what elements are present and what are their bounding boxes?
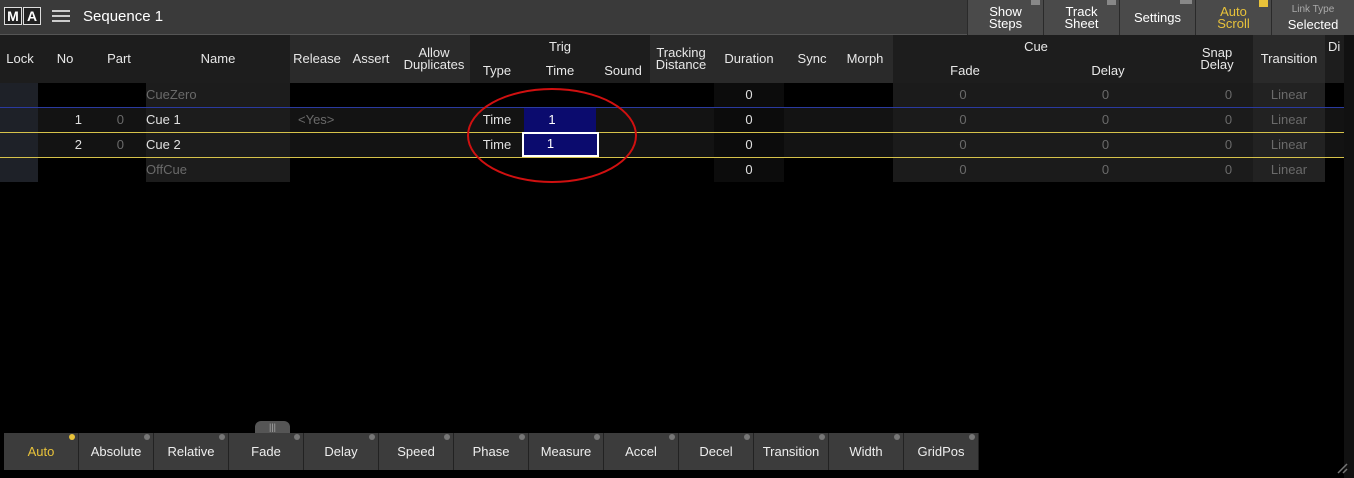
cue-fade[interactable]: 0 <box>893 108 1033 132</box>
cue-part[interactable]: 0 <box>100 133 124 157</box>
col-lock[interactable]: Lock <box>2 52 38 65</box>
cue-name[interactable]: CueZero <box>146 83 290 107</box>
decel-button[interactable]: Decel <box>679 433 754 470</box>
link-type-button[interactable]: Link Type Selected <box>1271 0 1354 35</box>
cue-part[interactable]: 0 <box>100 108 124 132</box>
relative-button[interactable]: Relative <box>154 433 229 470</box>
cue-number[interactable]: 1 <box>48 108 82 132</box>
encoder-button-bar: Auto Absolute Relative Fade Delay Speed … <box>4 433 979 470</box>
settings-label: Settings <box>1134 9 1181 25</box>
auto-scroll-label: Auto Scroll <box>1217 3 1250 31</box>
cue-transition[interactable]: Linear <box>1253 158 1325 182</box>
fade-button[interactable]: Fade <box>229 433 304 470</box>
cue-trig-time-selected[interactable]: 1 <box>522 132 599 157</box>
cue-number[interactable]: 2 <box>48 133 82 157</box>
track-sheet-label: Track Sheet <box>1064 3 1099 31</box>
table-header: Lock No Part Name Release Assert Allow D… <box>0 35 1354 83</box>
cue-snap-delay[interactable]: 0 <box>1178 83 1253 107</box>
cue-fade[interactable]: 0 <box>893 133 1033 157</box>
logo-letter-a: A <box>23 7 41 25</box>
col-sync[interactable]: Sync <box>786 52 838 65</box>
cue-trig-type[interactable]: Time <box>470 108 524 132</box>
logo-letter-m: M <box>4 7 22 25</box>
delay-button[interactable]: Delay <box>304 433 379 470</box>
cue-name[interactable]: OffCue <box>146 158 290 182</box>
table-row[interactable]: OffCue 0 0 0 0 Linear <box>0 158 1354 182</box>
cue-snap-delay[interactable]: 0 <box>1178 108 1253 132</box>
cue-duration[interactable]: 0 <box>714 158 784 182</box>
col-assert[interactable]: Assert <box>346 52 396 65</box>
cue-trig-time[interactable]: 1 <box>524 108 596 132</box>
cue-snap-delay[interactable]: 0 <box>1178 158 1253 182</box>
ma-logo[interactable]: M A <box>4 7 41 25</box>
show-steps-button[interactable]: Show Steps <box>967 0 1043 35</box>
cue-fade[interactable]: 0 <box>893 83 1033 107</box>
col-delay[interactable]: Delay <box>1068 64 1148 77</box>
cue-transition[interactable]: Linear <box>1253 133 1325 157</box>
col-snap-delay[interactable]: Snap Delay <box>1185 46 1249 71</box>
show-steps-label: Show Steps <box>988 3 1023 31</box>
col-trig-time[interactable]: Time <box>524 64 596 77</box>
vertical-scrollbar[interactable] <box>1344 35 1354 478</box>
accel-button[interactable]: Accel <box>604 433 679 470</box>
link-type-caption: Link Type <box>1291 4 1335 15</box>
absolute-button[interactable]: Absolute <box>79 433 154 470</box>
track-sheet-button[interactable]: Track Sheet <box>1043 0 1119 35</box>
cue-duration[interactable]: 0 <box>714 133 784 157</box>
cue-delay[interactable]: 0 <box>1033 83 1178 107</box>
cue-release[interactable]: <Yes> <box>298 108 358 132</box>
cue-name[interactable]: Cue 2 <box>146 133 290 157</box>
col-sound[interactable]: Sound <box>598 64 648 77</box>
col-cue-group: Cue <box>1024 39 1048 54</box>
menu-icon[interactable] <box>52 10 70 24</box>
cue-delay[interactable]: 0 <box>1033 158 1178 182</box>
measure-button[interactable]: Measure <box>529 433 604 470</box>
col-morph[interactable]: Morph <box>838 52 892 65</box>
transition-button[interactable]: Transition <box>754 433 829 470</box>
table-row[interactable]: 1 0 Cue 1 <Yes> Time 1 0 0 0 0 Linear <box>0 108 1354 132</box>
window-title: Sequence 1 <box>83 8 164 25</box>
cue-snap-delay[interactable]: 0 <box>1178 133 1253 157</box>
title-bar: M A Sequence 1 Show Steps Track Sheet Se… <box>0 0 1354 35</box>
col-part[interactable]: Part <box>100 52 138 65</box>
table-row[interactable]: CueZero 0 0 0 0 Linear <box>0 83 1354 107</box>
speed-button[interactable]: Speed <box>379 433 454 470</box>
cue-name[interactable]: Cue 1 <box>146 108 290 132</box>
col-trig-type[interactable]: Type <box>470 64 524 77</box>
cue-transition[interactable]: Linear <box>1253 108 1325 132</box>
link-type-value: Selected <box>1287 17 1339 32</box>
cue-delay[interactable]: 0 <box>1033 133 1178 157</box>
table-row[interactable]: 2 0 Cue 2 Time 1 0 0 0 0 Linear <box>0 132 1354 157</box>
col-duration[interactable]: Duration <box>714 52 784 65</box>
col-no[interactable]: No <box>48 52 82 65</box>
settings-button[interactable]: Settings <box>1119 0 1195 35</box>
col-allow-duplicates[interactable]: Allow Duplicates <box>398 46 470 71</box>
cue-fade[interactable]: 0 <box>893 158 1033 182</box>
col-release[interactable]: Release <box>290 52 344 65</box>
cue-duration[interactable]: 0 <box>714 83 784 107</box>
width-button[interactable]: Width <box>829 433 904 470</box>
auto-button[interactable]: Auto <box>4 433 79 470</box>
col-trig-group: Trig <box>549 39 571 54</box>
resize-corner-icon[interactable] <box>1336 462 1348 474</box>
cue-transition[interactable]: Linear <box>1253 83 1325 107</box>
cue-delay[interactable]: 0 <box>1033 108 1178 132</box>
col-name[interactable]: Name <box>150 52 286 65</box>
cue-duration[interactable]: 0 <box>714 108 784 132</box>
col-tracking-distance[interactable]: Tracking Distance <box>650 46 712 71</box>
panel-resize-grip[interactable]: ||| <box>255 421 290 433</box>
gridpos-button[interactable]: GridPos <box>904 433 979 470</box>
phase-button[interactable]: Phase <box>454 433 529 470</box>
cue-trig-type[interactable]: Time <box>470 133 524 157</box>
col-fade[interactable]: Fade <box>925 64 1005 77</box>
auto-scroll-button[interactable]: Auto Scroll <box>1195 0 1271 35</box>
col-transition[interactable]: Transition <box>1253 52 1325 65</box>
